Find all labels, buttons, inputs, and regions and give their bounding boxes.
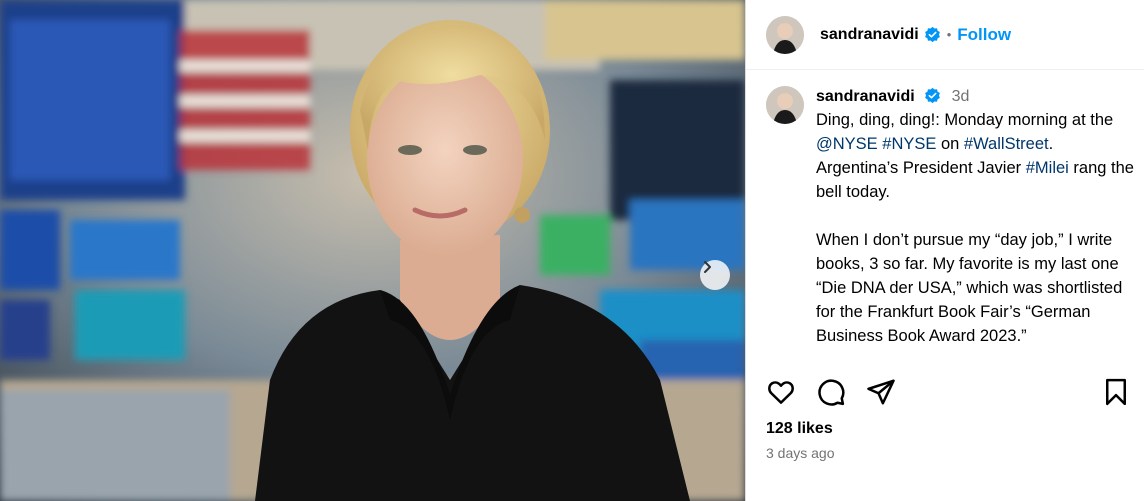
post-image[interactable] — [0, 0, 745, 501]
next-image-button[interactable] — [700, 260, 730, 290]
caption: sandranavidi 3d Ding, ding, ding!: Monda… — [766, 86, 1136, 358]
avatar[interactable] — [766, 15, 804, 54]
post-sidebar: sandranavidi • Follow sandranavidi 3d Di… — [745, 0, 1144, 501]
caption-paragraph: When I don’t pursue my “day job,” I writ… — [816, 231, 1123, 345]
likes-count[interactable]: 128 likes — [766, 420, 833, 438]
caption-text-segment: on — [936, 135, 964, 153]
avatar-image — [766, 86, 804, 124]
post-date[interactable]: 3 days ago — [766, 445, 835, 461]
heart-icon[interactable] — [766, 377, 796, 407]
avatar-image — [766, 15, 804, 54]
chevron-right-icon — [704, 261, 711, 273]
post-photo — [0, 0, 745, 501]
post-header: sandranavidi • Follow — [746, 0, 1144, 70]
follow-button[interactable]: Follow — [957, 25, 1011, 45]
verified-badge-icon — [925, 87, 941, 104]
paper-plane-icon[interactable] — [866, 377, 896, 407]
hashtag-link-nyse[interactable]: #NYSE — [882, 135, 936, 153]
hashtag-link-milei[interactable]: #Milei — [1026, 159, 1069, 177]
caption-text: Ding, ding, ding!: Monday morning at the… — [816, 108, 1136, 348]
author-username[interactable]: sandranavidi — [820, 26, 919, 44]
bookmark-icon[interactable] — [1101, 377, 1131, 407]
separator-dot: • — [946, 27, 952, 42]
comment-icon[interactable] — [816, 377, 846, 407]
caption-paragraph: Ding, ding, ding!: Monday morning at the… — [816, 108, 1136, 204]
caption-text-segment: Ding, ding, ding!: Monday morning at the — [816, 111, 1114, 129]
hashtag-link-wallstreet[interactable]: #WallStreet — [964, 135, 1049, 153]
caption-username[interactable]: sandranavidi — [816, 88, 915, 105]
caption-timestamp[interactable]: 3d — [952, 88, 970, 105]
mention-link-nyse[interactable]: @NYSE — [816, 135, 878, 153]
action-bar — [766, 376, 1131, 408]
verified-badge-icon — [924, 26, 940, 43]
caption-avatar[interactable] — [766, 86, 804, 124]
